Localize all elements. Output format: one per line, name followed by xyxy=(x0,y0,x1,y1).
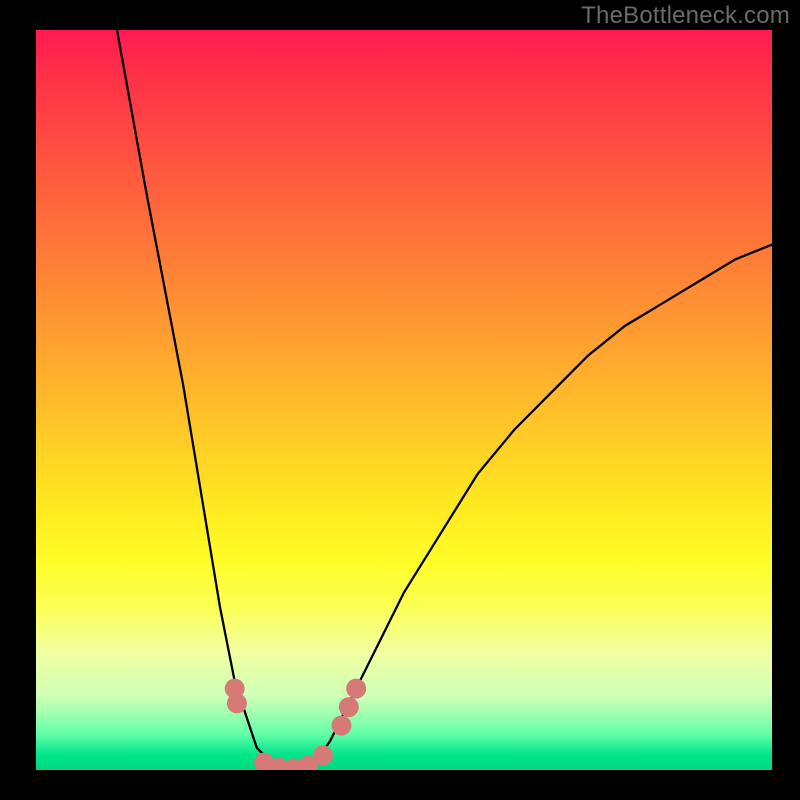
watermark-text: TheBottleneck.com xyxy=(581,2,790,30)
curve-marker xyxy=(313,745,333,765)
curve-path xyxy=(117,30,772,770)
chart-svg xyxy=(36,30,772,770)
curve-marker xyxy=(346,679,366,699)
marker-group xyxy=(225,679,367,770)
chart-frame: TheBottleneck.com xyxy=(0,0,800,800)
plot-area xyxy=(36,30,772,770)
curve-marker xyxy=(331,716,351,736)
curve-marker xyxy=(227,693,247,713)
curve-marker xyxy=(339,697,359,717)
